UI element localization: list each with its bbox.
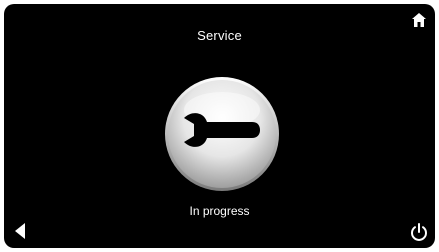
wrench-icon	[165, 77, 279, 191]
home-icon[interactable]	[411, 12, 427, 28]
back-arrow-icon[interactable]	[12, 222, 28, 240]
screen-title: Service	[197, 28, 242, 43]
service-panel: Service In progress	[4, 4, 435, 248]
status-text: In progress	[189, 204, 250, 218]
screen-frame: Service In progress	[0, 0, 439, 252]
power-icon[interactable]	[409, 222, 429, 242]
